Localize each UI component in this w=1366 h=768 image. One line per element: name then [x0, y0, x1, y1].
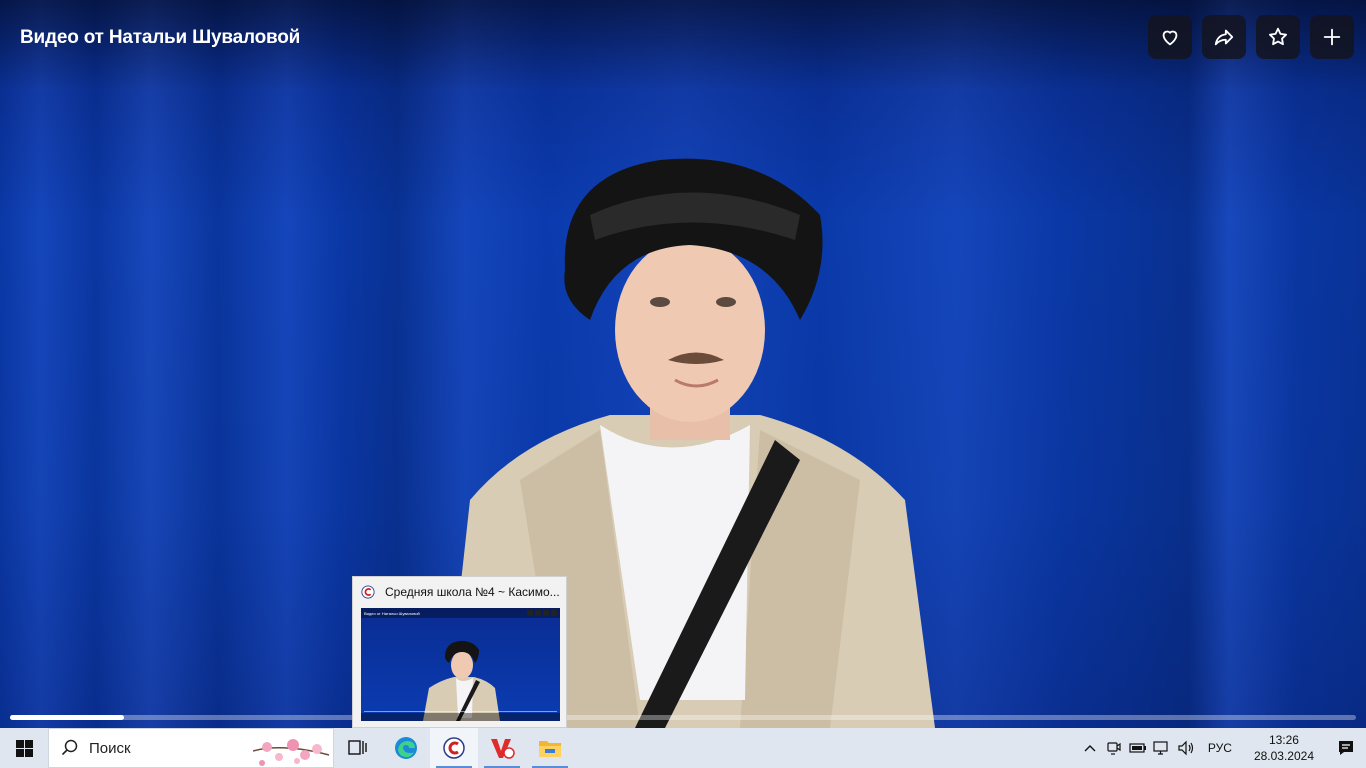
notifications-icon	[1339, 741, 1353, 755]
start-button[interactable]	[0, 728, 48, 768]
video-title: Видео от Натальи Шуваловой	[20, 27, 301, 48]
tray-language[interactable]: РУС	[1198, 741, 1242, 755]
windows-logo-icon	[15, 739, 33, 757]
like-button[interactable]	[1148, 15, 1192, 59]
tray-network-button[interactable]	[1150, 728, 1174, 768]
browser-c-icon	[443, 737, 465, 759]
taskbar-app-explorer[interactable]	[526, 728, 574, 768]
search-placeholder: Поиск	[89, 739, 131, 757]
taskbar-app-edge[interactable]	[382, 728, 430, 768]
share-icon	[1214, 29, 1234, 46]
network-icon	[1153, 741, 1168, 755]
search-icon	[61, 739, 78, 756]
add-button[interactable]	[1310, 15, 1354, 59]
plus-icon	[1323, 28, 1341, 46]
video-progress-fill	[10, 715, 125, 720]
share-button[interactable]	[1202, 15, 1246, 59]
tray-overflow-button[interactable]	[1078, 728, 1102, 768]
clock-date: 28.03.2024	[1253, 749, 1314, 763]
chevron-up-icon	[1084, 745, 1096, 752]
preview-thumb-title: Видео от Натальи Шуваловой	[364, 611, 420, 616]
taskbar: Поиск РУС 13:26 28.03.2024	[0, 728, 1366, 768]
clock-time: 13:26	[1268, 733, 1299, 747]
video-player[interactable]: Видео от Натальи Шуваловой	[0, 0, 1366, 728]
favorite-button[interactable]	[1256, 15, 1300, 59]
browser-c-icon	[361, 585, 375, 599]
taskbar-app-browser-c[interactable]	[430, 728, 478, 768]
tray-battery-button[interactable]	[1126, 728, 1150, 768]
preview-title: Средняя школа №4 ~ Касимо...	[385, 585, 560, 599]
tray-meet-button[interactable]	[1102, 728, 1126, 768]
heart-icon	[1162, 30, 1178, 46]
system-tray: РУС 13:26 28.03.2024	[1078, 728, 1366, 768]
cherry-blossom-icon	[253, 739, 330, 766]
task-view-button[interactable]	[334, 728, 382, 768]
notification-center-button[interactable]	[1326, 728, 1366, 768]
taskbar-search[interactable]: Поиск	[48, 728, 334, 768]
volume-icon	[1178, 740, 1194, 756]
file-explorer-icon	[539, 741, 561, 757]
tray-clock[interactable]: 13:26 28.03.2024	[1242, 732, 1326, 764]
task-view-icon	[348, 740, 367, 755]
tray-volume-button[interactable]	[1174, 728, 1198, 768]
star-icon	[1269, 27, 1287, 46]
video-progress-bar[interactable]	[10, 715, 1356, 720]
edge-icon	[395, 737, 417, 759]
preview-thumbnail: Видео от Натальи Шуваловой	[361, 608, 560, 721]
video-frame	[445, 158, 935, 728]
taskbar-window-preview[interactable]: Средняя школа №4 ~ Касимо... Видео от На…	[352, 576, 567, 728]
battery-icon	[1129, 743, 1146, 753]
taskbar-app-wps[interactable]	[478, 728, 526, 768]
video-actions	[1148, 15, 1354, 59]
webcam-icon	[1107, 742, 1121, 755]
wps-office-icon	[491, 739, 515, 759]
